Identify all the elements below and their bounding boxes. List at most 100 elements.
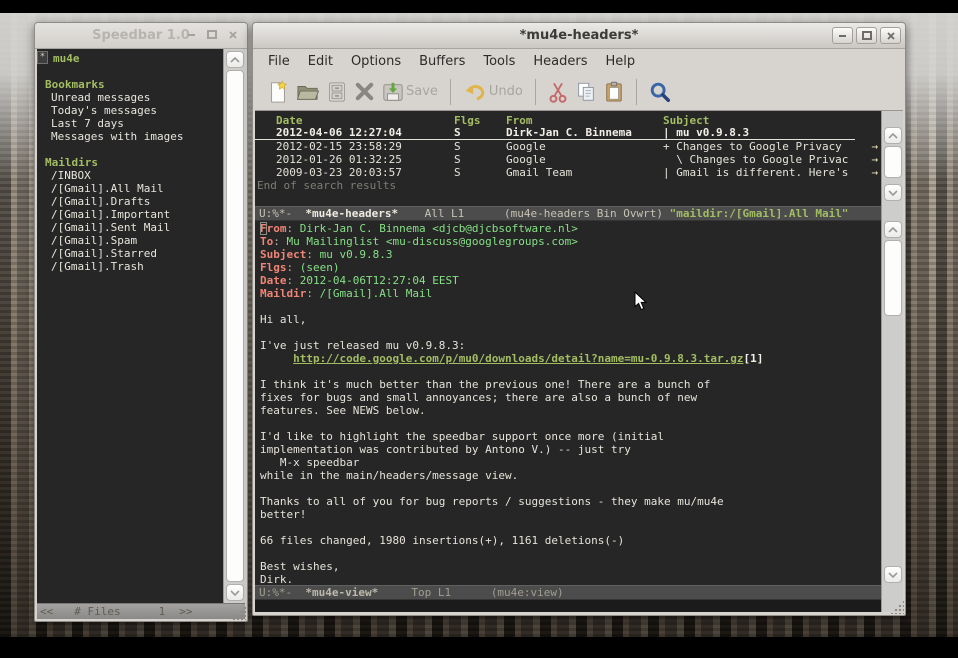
close-buffer-button[interactable] <box>354 81 375 102</box>
body-link-line: http://code.google.com/p/mu0/downloads/d… <box>260 352 881 365</box>
scrollbar-thumb[interactable] <box>884 146 902 178</box>
speedbar-item[interactable]: /[Gmail].Starred <box>37 247 223 260</box>
scrollbar-thumb[interactable] <box>226 70 244 582</box>
undo-icon <box>463 82 487 102</box>
minimize-icon[interactable] <box>185 29 197 40</box>
link-indent <box>260 352 293 365</box>
menu-headers[interactable]: Headers <box>524 51 596 72</box>
open-file-button[interactable] <box>296 81 320 103</box>
header-row[interactable]: 2009-03-23 20:03:57SGmail Team| Gmail is… <box>255 166 881 179</box>
toolbar: Save Undo <box>255 73 903 111</box>
speedbar-item[interactable]: Today's messages <box>37 104 223 117</box>
menu-file[interactable]: File <box>259 51 299 72</box>
blank-line <box>260 300 881 313</box>
blank-line <box>37 143 223 156</box>
file-cabinet-icon <box>327 81 347 103</box>
search-button[interactable] <box>649 81 671 103</box>
speedbar-item[interactable]: /[Gmail].All Mail <box>37 182 223 195</box>
speedbar-statusbar: << # Files 1 >> <box>37 603 245 619</box>
body-line: Hi all, <box>260 313 881 326</box>
body-line: fixes for bugs and small annoyances; the… <box>260 391 881 404</box>
text-cursor: F <box>260 222 267 235</box>
field-value: (seen) <box>293 261 339 274</box>
echo-area[interactable] <box>255 600 881 612</box>
body-line: Best wishes, <box>260 560 881 573</box>
cell-flags: S <box>454 127 506 139</box>
speedbar-item[interactable]: /[Gmail].Drafts <box>37 195 223 208</box>
speedbar-item[interactable]: Unread messages <box>37 91 223 104</box>
dired-button[interactable] <box>327 81 347 103</box>
speedbar-root-mu4e[interactable]: mu4e <box>37 52 223 65</box>
column-header-flgs[interactable]: Flgs <box>454 114 506 127</box>
undo-button[interactable]: Undo <box>463 82 523 102</box>
modeline-modes[interactable]: (mu4e:view) <box>491 586 564 599</box>
speedbar-item[interactable]: /[Gmail].Trash <box>37 260 223 273</box>
scrollbar-track <box>882 203 903 218</box>
field-label: Maildir <box>260 287 306 300</box>
modeline-buffer-name[interactable]: *mu4e-view* <box>305 586 378 599</box>
paste-button[interactable] <box>604 81 624 103</box>
cell-subject: + Changes to Google Privacy <box>663 140 881 153</box>
speedbar-titlebar[interactable]: Speedbar 1.0 <box>35 23 247 49</box>
close-icon[interactable] <box>227 29 239 40</box>
header-row[interactable]: 2012-02-15 23:58:29SGoogle+ Changes to G… <box>255 140 881 153</box>
message-link[interactable]: http://code.google.com/p/mu0/downloads/d… <box>293 352 743 365</box>
headers-scrollbar[interactable] <box>882 111 903 203</box>
scrollbar-thumb[interactable] <box>884 240 902 316</box>
scroll-down-icon[interactable] <box>226 584 244 601</box>
maximize-icon[interactable] <box>856 27 877 44</box>
message-field-flgs: Flgs: (seen) <box>260 261 881 274</box>
menu-tools[interactable]: Tools <box>474 51 524 72</box>
blank-line <box>37 65 223 78</box>
message-field-date: Date: 2012-04-06T12:27:04 EEST <box>260 274 881 287</box>
speedbar-scrollbar[interactable] <box>223 49 245 603</box>
emacs-titlebar[interactable]: *mu4e-headers* <box>253 23 905 49</box>
new-file-button[interactable] <box>267 80 289 104</box>
speedbar-item[interactable]: /[Gmail].Important <box>37 208 223 221</box>
speedbar-item[interactable]: /INBOX <box>37 169 223 182</box>
header-row[interactable]: 2012-04-06 12:27:04SDirk-Jan C. Binnema|… <box>255 127 855 140</box>
menu-options[interactable]: Options <box>342 51 410 72</box>
save-button[interactable]: Save <box>382 81 438 103</box>
blank-line <box>260 365 881 378</box>
cell-subject: | mu v0.9.8.3 <box>663 127 855 139</box>
scroll-down-icon[interactable] <box>884 184 902 201</box>
maximize-icon[interactable] <box>206 29 218 40</box>
emacs-window: *mu4e-headers* FileEditOptionsBuffersToo… <box>252 22 906 616</box>
cell-date: 2009-03-23 20:03:57 <box>255 166 454 179</box>
cell-subject: | Gmail is different. Here's <box>663 166 881 179</box>
speedbar-item[interactable]: /[Gmail].Sent Mail <box>37 221 223 234</box>
scroll-down-icon[interactable] <box>884 566 902 583</box>
truncation-arrow-icon: → <box>871 166 878 179</box>
cell-from: Gmail Team <box>506 166 663 179</box>
field-colon: : <box>306 287 313 300</box>
speedbar-item[interactable]: /[Gmail].Spam <box>37 234 223 247</box>
menu-buffers[interactable]: Buffers <box>410 51 474 72</box>
close-icon[interactable] <box>880 27 901 44</box>
cut-button[interactable] <box>548 81 568 103</box>
scroll-up-icon[interactable] <box>884 127 902 144</box>
modeline-modes[interactable]: (mu4e-headers Bin Ovwrt) <box>504 207 670 220</box>
header-row[interactable]: 2012-01-26 01:32:25SGoogle \ Changes to … <box>255 153 881 166</box>
speedbar-window: Speedbar 1.0 * mu4eBookmarksUnread messa… <box>34 22 248 622</box>
copy-button[interactable] <box>575 81 597 103</box>
statusbar-files-label[interactable]: # Files <box>74 604 120 619</box>
view-scrollbar[interactable] <box>882 218 903 585</box>
menu-help[interactable]: Help <box>597 51 645 72</box>
statusbar-prev-button[interactable]: << <box>40 604 53 619</box>
menu-bar: FileEditOptionsBuffersToolsHeadersHelp <box>255 49 903 73</box>
speedbar-item[interactable]: Messages with images <box>37 130 223 143</box>
statusbar-next-button[interactable]: >> <box>179 604 192 619</box>
scroll-up-icon[interactable] <box>884 221 902 238</box>
minimize-icon[interactable] <box>832 27 853 44</box>
end-of-results-text: End of search results <box>255 179 881 192</box>
menu-edit[interactable]: Edit <box>299 51 342 72</box>
view-modeline: U:%*- *mu4e-view* Top L1 (mu4e:view) <box>255 585 881 600</box>
speedbar-item[interactable]: Last 7 days <box>37 117 223 130</box>
desktop: Speedbar 1.0 * mu4eBookmarksUnread messa… <box>0 0 958 658</box>
modeline-buffer-name[interactable]: *mu4e-headers* <box>305 207 398 220</box>
column-header-subject[interactable]: Subject <box>663 114 881 127</box>
modeline-state: U:%*- <box>259 586 305 599</box>
scroll-up-icon[interactable] <box>226 51 244 68</box>
paste-clipboard-icon <box>604 81 624 103</box>
